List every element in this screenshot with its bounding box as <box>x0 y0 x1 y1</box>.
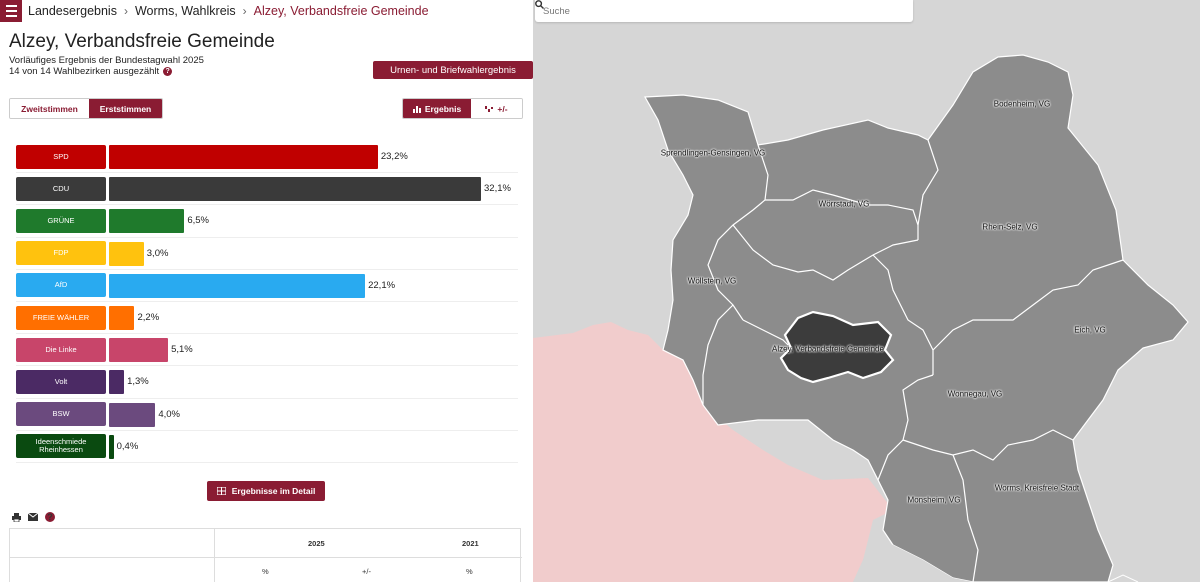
share-icons: ? <box>11 512 55 522</box>
result-percent: 4,0% <box>158 408 180 420</box>
vote-type-toggle: Zweitstimmen Erststimmen <box>9 98 163 119</box>
tab-zweitstimmen[interactable]: Zweitstimmen <box>10 99 89 118</box>
party-label: GRÜNE <box>16 208 106 233</box>
map-label-wonnegau[interactable]: Wonnegau, VG <box>948 390 1003 399</box>
party-label: SPD <box>16 144 106 169</box>
menu-icon[interactable] <box>0 0 22 22</box>
top-bar: Landesergebnis › Worms, Wahlkreis › Alze… <box>0 0 533 22</box>
result-row: Die Linke 5,1% <box>16 334 518 367</box>
result-bar <box>109 338 169 363</box>
result-percent: 1,3% <box>127 376 149 388</box>
results-panel: Landesergebnis › Worms, Wahlkreis › Alze… <box>0 0 533 582</box>
result-bar <box>109 273 366 298</box>
urnen-briefwahl-button[interactable]: Urnen- und Briefwahlergebnis <box>373 61 533 79</box>
view-toggle: Ergebnis +/- <box>402 98 523 119</box>
email-icon[interactable] <box>28 512 38 522</box>
map-label-alzey[interactable]: Alzey, Verbandsfreie Gemeinde <box>772 345 884 354</box>
print-icon[interactable] <box>11 512 21 522</box>
map-label-monsheim[interactable]: Monsheim, VG <box>908 496 961 505</box>
rhine-boundary <box>1107 574 1139 582</box>
diff-chart-icon <box>485 105 494 112</box>
result-row: AfD 22,1% <box>16 270 518 302</box>
details-button-label: Ergebnisse im Detail <box>231 486 316 496</box>
party-label: BSW <box>16 402 106 427</box>
result-percent: 3,0% <box>146 247 169 259</box>
table-header-2025: 2025 <box>308 539 325 548</box>
tab-diff-label: +/- <box>497 103 508 114</box>
map-label-bodenheim[interactable]: Bodenheim, VG <box>994 100 1050 109</box>
breadcrumb: Landesergebnis › Worms, Wahlkreis › Alze… <box>28 4 429 18</box>
party-label: Die Linke <box>16 337 106 362</box>
result-row: Ideenschmiede Rheinhessen 0,4% <box>16 431 518 463</box>
party-label: FDP <box>16 241 106 266</box>
result-bar <box>109 370 125 395</box>
result-percent: 5,1% <box>171 344 193 356</box>
party-label: AfD <box>16 273 106 298</box>
search-icon <box>535 0 544 9</box>
result-percent: 22,1% <box>368 279 396 291</box>
tab-ergebnis[interactable]: Ergebnis <box>403 99 471 118</box>
map[interactable]: Sprendlingen-Gensingen, VG Bodenheim, VG… <box>533 0 1200 582</box>
map-label-eich[interactable]: Eich, VG <box>1074 326 1106 335</box>
result-row: CDU 32,1% <box>16 173 518 206</box>
results-bar-chart: SPD 23,2% CDU 32,1% GRÜNE 6,5% FDP 3,0% AfD 22,1%… <box>16 141 518 463</box>
chevron-right-icon: › <box>242 4 247 18</box>
results-table: 2025 2021 % +/- % <box>9 528 522 582</box>
page-title: Alzey, Verbandsfreie Gemeinde <box>9 31 275 52</box>
table-sub-pct-2025: % <box>262 567 269 576</box>
result-row: SPD 23,2% <box>16 141 518 174</box>
search-input[interactable] <box>543 5 883 17</box>
table-header-2021: 2021 <box>462 539 479 548</box>
result-percent: 32,1% <box>484 183 511 195</box>
help-icon[interactable]: ? <box>163 67 173 76</box>
party-label: Ideenschmiede Rheinhessen <box>16 434 106 459</box>
page-subtitle: Vorläufiges Ergebnis der Bundestagwahl 2… <box>9 55 204 66</box>
result-percent: 23,2% <box>380 151 408 162</box>
table-sub-pct-2021: % <box>466 567 473 576</box>
result-row: Volt 1,3% <box>16 366 518 399</box>
result-bar <box>109 434 114 459</box>
map-label-sprendlingen[interactable]: Sprendlingen-Gensingen, VG <box>661 149 766 158</box>
result-row: GRÜNE 6,5% <box>16 205 518 238</box>
result-bar <box>109 177 481 202</box>
party-label: Volt <box>16 369 106 394</box>
result-bar <box>109 305 135 330</box>
tab-erststimmen[interactable]: Erststimmen <box>89 99 162 118</box>
tab-ergebnis-label: Ergebnis <box>424 103 462 114</box>
result-percent: 6,5% <box>187 215 209 227</box>
breadcrumb-landesergebnis[interactable]: Landesergebnis <box>28 4 117 18</box>
party-label: FREIE WÄHLER <box>16 305 106 330</box>
chevron-right-icon: › <box>123 4 128 18</box>
counted-status: 14 von 14 Wahlbezirken ausgezählt ? <box>9 66 173 77</box>
breadcrumb-wahlkreis[interactable]: Worms, Wahlkreis <box>135 4 236 18</box>
result-bar <box>109 241 144 266</box>
result-row: FREIE WÄHLER 2,2% <box>16 302 518 335</box>
result-bar <box>109 145 378 169</box>
tab-diff[interactable]: +/- <box>471 99 522 118</box>
result-row: BSW 4,0% <box>16 399 518 431</box>
result-row: FDP 3,0% <box>16 238 518 270</box>
details-button[interactable]: Ergebnisse im Detail <box>207 481 325 501</box>
result-bar <box>109 209 185 234</box>
party-label: CDU <box>16 176 106 201</box>
result-percent: 0,4% <box>116 440 139 452</box>
result-bar <box>109 402 156 427</box>
map-svg <box>533 54 1189 582</box>
help-icon[interactable]: ? <box>45 512 55 522</box>
map-label-worms[interactable]: Worms, Kreisfreie Stadt <box>995 484 1079 493</box>
search-bar <box>535 0 913 22</box>
table-sub-diff: +/- <box>362 567 371 576</box>
counted-text: 14 von 14 Wahlbezirken ausgezählt <box>9 66 160 77</box>
table-icon <box>216 487 226 495</box>
map-label-woerrstadt[interactable]: Wörrstadt, VG <box>819 200 870 209</box>
map-label-woellstein[interactable]: Wöllstein, VG <box>688 277 736 286</box>
map-label-rhein-selz[interactable]: Rhein-Selz, VG <box>982 223 1037 232</box>
bar-chart-icon <box>412 105 421 113</box>
breadcrumb-current: Alzey, Verbandsfreie Gemeinde <box>253 4 429 18</box>
result-percent: 2,2% <box>137 311 160 323</box>
